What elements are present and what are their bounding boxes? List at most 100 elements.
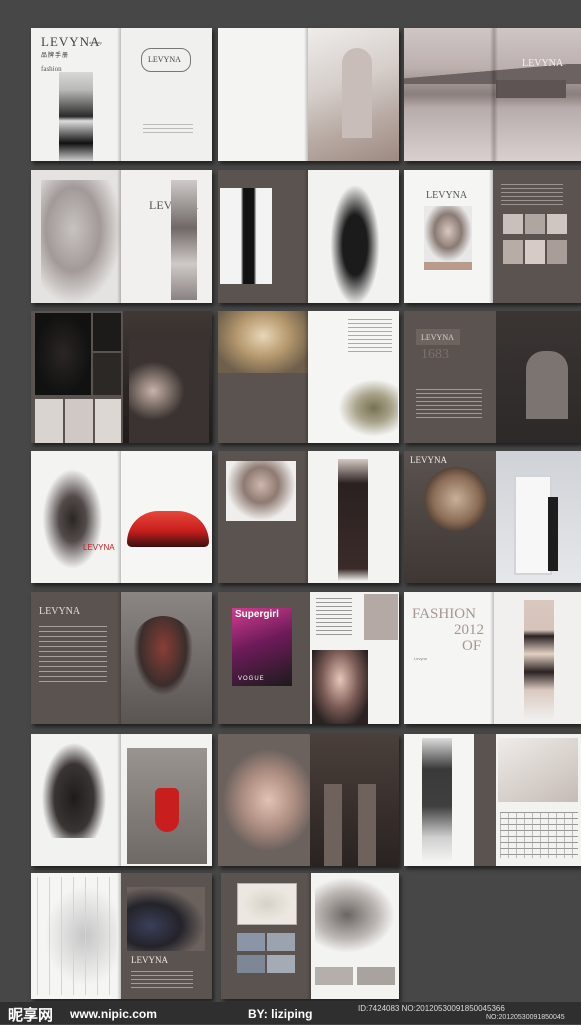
chandelier-right-page bbox=[121, 734, 212, 866]
magazine-masthead: VOGUE bbox=[238, 676, 265, 682]
spread-chair-chandelier[interactable] bbox=[31, 734, 212, 866]
flowers-text bbox=[39, 626, 107, 686]
town-buildings bbox=[496, 80, 566, 98]
group-photo bbox=[123, 311, 212, 443]
storefront-photo bbox=[496, 311, 581, 443]
spread-portrait-grid[interactable]: LEVYNA bbox=[404, 170, 581, 303]
spread-ruffle-dress[interactable]: LEVYNA bbox=[31, 170, 212, 303]
architecture-photo bbox=[308, 28, 399, 161]
ruffle-right-page: LEVYNA bbox=[121, 170, 212, 303]
spread-clock-door[interactable]: LEVYNA bbox=[404, 451, 581, 583]
jewelry-right-page bbox=[308, 451, 399, 583]
clock-brand-name: LEVYNA bbox=[410, 455, 447, 465]
column-left bbox=[324, 784, 342, 866]
portrait-right-page bbox=[493, 170, 581, 303]
silk-fabric-photo bbox=[218, 311, 308, 373]
emblem-brand-name: LEVYNA bbox=[148, 55, 181, 64]
fashion-line-2: 2012 bbox=[454, 622, 484, 638]
columns-photo bbox=[310, 734, 399, 866]
spread-magazines[interactable]: Supergirl VOGUE bbox=[218, 592, 399, 724]
spread-face-columns[interactable] bbox=[218, 734, 399, 866]
image-id-line-2: NO:20120530091850045 bbox=[486, 1014, 565, 1021]
store-photo-3 bbox=[237, 955, 265, 973]
armchair-model bbox=[39, 738, 109, 838]
gown-right-page bbox=[308, 170, 399, 303]
jumpsuit-model bbox=[338, 459, 368, 581]
spread-map-truck[interactable] bbox=[221, 873, 399, 999]
red-dress bbox=[155, 788, 179, 832]
truck-right-page bbox=[311, 873, 399, 999]
spread-silk-fabric[interactable] bbox=[218, 311, 399, 443]
spread-pisa-table[interactable] bbox=[404, 734, 581, 866]
portrait-caption-bar bbox=[424, 262, 472, 270]
magazine-model-top bbox=[364, 594, 398, 640]
fashion-line-3: OF bbox=[462, 638, 482, 654]
store-photo-1 bbox=[237, 933, 265, 951]
fashion-brand-lowercase: Levyna bbox=[414, 656, 427, 661]
store-brand-name: LEVYNA bbox=[421, 333, 454, 342]
couple-text bbox=[131, 971, 193, 991]
site-url: www.nipic.com bbox=[70, 1007, 157, 1021]
author-credit: BY: liziping bbox=[248, 1007, 313, 1021]
face-left-page bbox=[218, 734, 310, 866]
collage-main bbox=[35, 313, 91, 395]
store-photo-4 bbox=[267, 955, 295, 973]
spread-seascape[interactable]: LEVYNA bbox=[404, 28, 581, 161]
cover-left-page: LEVYNA do Italy 品牌手册 fashion bbox=[31, 28, 121, 161]
pisa-left-page bbox=[404, 734, 474, 866]
flower-photo bbox=[338, 379, 398, 437]
column-right bbox=[358, 784, 376, 866]
portrait-photo bbox=[424, 206, 472, 262]
store-photo-2 bbox=[267, 933, 295, 951]
group-figures bbox=[129, 339, 209, 443]
spread-black-gown[interactable] bbox=[218, 170, 399, 303]
pisa-photo bbox=[498, 738, 578, 802]
truck-photo bbox=[315, 877, 395, 953]
open-door bbox=[514, 475, 552, 575]
spread-jewelry[interactable] bbox=[218, 451, 399, 583]
magazine-title: Supergirl bbox=[235, 609, 279, 620]
spread-cover[interactable]: LEVYNA do Italy 品牌手册 fashion LEVYNA bbox=[31, 28, 212, 161]
silk-left-page bbox=[218, 311, 308, 443]
store-left-page: LEVYNA 1683 bbox=[404, 311, 496, 443]
fashion-line-1: FASHION bbox=[412, 606, 476, 622]
magazine-right-page bbox=[310, 592, 399, 724]
spread-dark-flowers[interactable]: LEVYNA bbox=[31, 592, 212, 724]
pisa-middle-dark bbox=[474, 734, 496, 866]
brand-tagline: do Italy bbox=[89, 40, 102, 45]
collage-bottom-3 bbox=[95, 399, 121, 443]
magazine-left-page: Supergirl VOGUE bbox=[218, 592, 310, 724]
collage-mid-right bbox=[93, 353, 121, 395]
clock-face bbox=[424, 467, 488, 531]
model-photo bbox=[59, 72, 93, 161]
couple-right-page: LEVYNA bbox=[121, 873, 212, 999]
gown-left-page bbox=[218, 170, 308, 303]
dancing-model bbox=[41, 455, 111, 583]
truck-thumb-2 bbox=[357, 967, 395, 985]
collage-top-right bbox=[93, 313, 121, 351]
spread-group-photo[interactable] bbox=[31, 311, 212, 443]
silk-text bbox=[348, 319, 392, 355]
spread-architecture[interactable] bbox=[218, 28, 399, 161]
store-window bbox=[526, 351, 568, 419]
truck-thumb-1 bbox=[315, 967, 353, 985]
portrait-brand-name: LEVYNA bbox=[426, 190, 468, 201]
thumb-5 bbox=[525, 240, 545, 264]
site-logo: 昵享网 bbox=[8, 1007, 54, 1024]
flower-vase bbox=[133, 616, 193, 696]
map-left-page bbox=[221, 873, 311, 999]
blurred-face bbox=[218, 744, 310, 856]
group-left-page bbox=[31, 311, 123, 443]
silk-right-page bbox=[308, 311, 399, 443]
fashion-sketch bbox=[37, 877, 117, 995]
spread-sports-car[interactable]: LEVYNA bbox=[31, 451, 212, 583]
couple-brand-name: LEVYNA bbox=[131, 955, 168, 965]
standing-model bbox=[171, 180, 197, 300]
spread-fashion-2012[interactable]: FASHION 2012 OF Levyna bbox=[404, 592, 581, 724]
door-photo bbox=[496, 451, 581, 583]
flowers-brand-name: LEVYNA bbox=[39, 606, 81, 617]
spread-sketch-couple[interactable]: LEVYNA bbox=[31, 873, 212, 999]
fashion-right-page bbox=[494, 592, 581, 724]
spread-store-1683[interactable]: LEVYNA 1683 bbox=[404, 311, 581, 443]
model-figure bbox=[41, 180, 121, 303]
